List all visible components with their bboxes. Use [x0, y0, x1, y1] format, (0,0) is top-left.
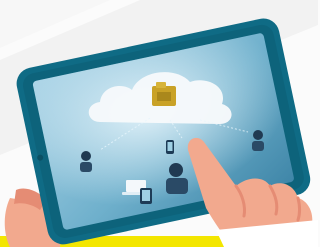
tablet-icon: [140, 188, 152, 204]
tablet-illustration: [0, 0, 318, 247]
phone-icon: [166, 140, 174, 154]
